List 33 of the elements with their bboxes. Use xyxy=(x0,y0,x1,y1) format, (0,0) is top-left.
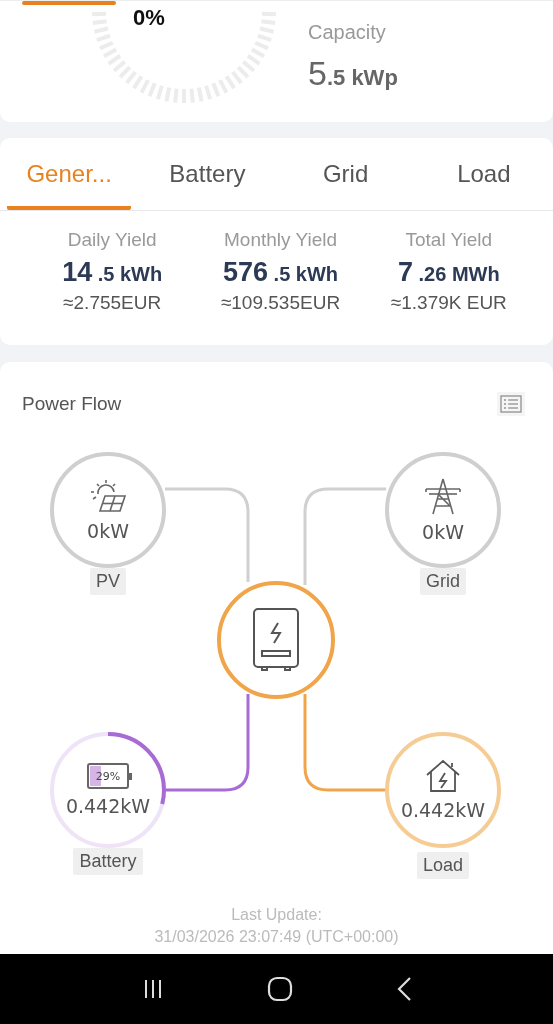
tab[interactable]: Grid xyxy=(283,138,408,210)
house-icon xyxy=(425,759,461,793)
yield-label: Daily Yield xyxy=(67,229,157,251)
battery-icon: 29% xyxy=(87,763,129,789)
tab[interactable]: Load xyxy=(421,138,546,210)
section-title: Power Flow xyxy=(22,393,122,415)
yield-money: ≈1.379K EUR xyxy=(390,292,507,314)
tab[interactable]: Battery xyxy=(145,138,270,210)
update-time: 31/03/2026 23:07:49 (UTC+00:00) xyxy=(154,928,399,946)
yield-label: Monthly Yield xyxy=(224,229,337,251)
power-value: 0.442kW xyxy=(65,795,151,817)
yield-value: 7 .26 MWh xyxy=(397,257,500,288)
inverter-icon xyxy=(252,607,300,673)
solar-panel-icon xyxy=(88,478,128,514)
capacity-value: 5.5 kWp xyxy=(308,54,398,93)
power-value: 0kW xyxy=(87,520,129,542)
update-label: Last Update: xyxy=(231,906,322,924)
power-value: 0kW xyxy=(422,521,464,543)
node-label: Grid xyxy=(420,568,466,595)
yield-money: ≈2.755EUR xyxy=(63,292,162,314)
node-label: Load xyxy=(416,852,469,879)
node-label: PV xyxy=(90,568,126,595)
pylon-icon xyxy=(423,477,463,515)
node-label: Battery xyxy=(73,848,143,875)
yield-money: ≈109.535EUR xyxy=(220,292,341,314)
home-icon[interactable] xyxy=(266,976,293,1002)
back-icon[interactable] xyxy=(395,976,412,1002)
capacity-label: Capacity xyxy=(308,21,387,44)
yield-value: 14 .5 kWh xyxy=(62,257,163,288)
gauge-reading: 0% xyxy=(133,5,165,31)
power-value: 0.442kW xyxy=(400,799,486,821)
yield-value: 576 .5 kWh xyxy=(222,257,339,288)
yield-label: Total Yield xyxy=(405,229,493,251)
